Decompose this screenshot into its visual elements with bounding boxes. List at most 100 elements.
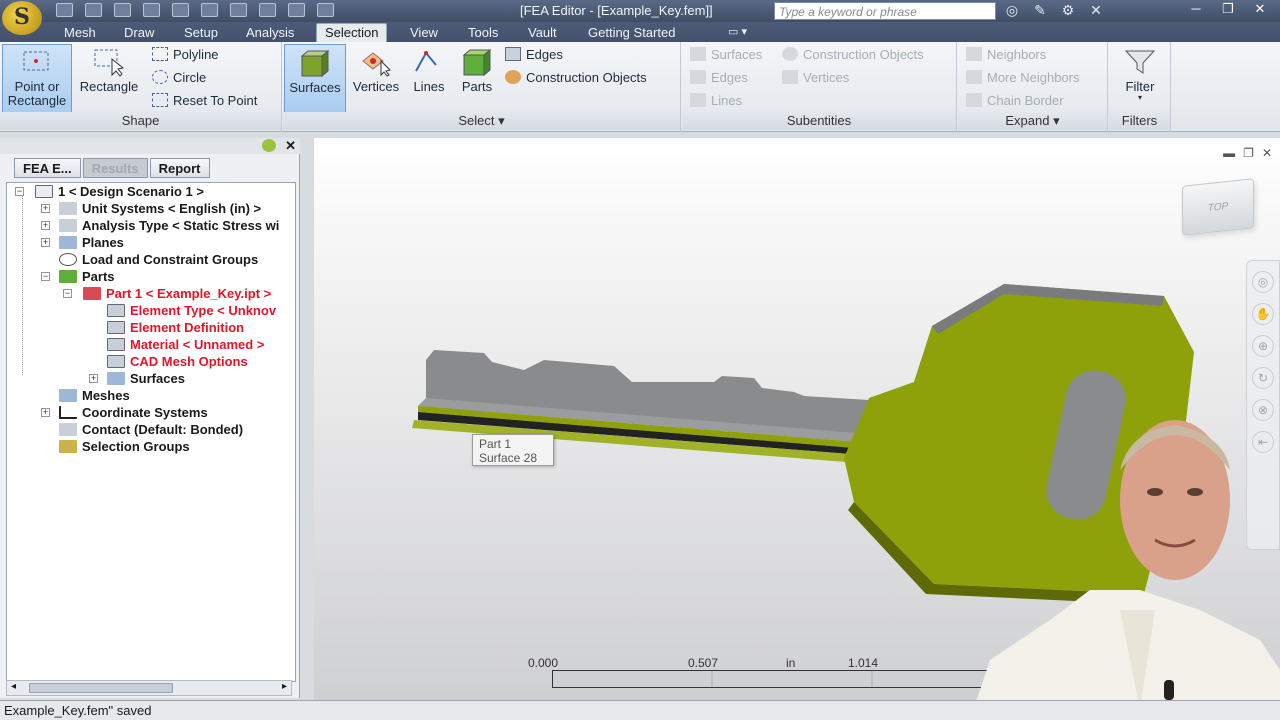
close-panel-icon[interactable]: ✕ <box>285 138 296 154</box>
axes-icon <box>59 406 77 419</box>
tab-tools[interactable]: Tools <box>460 24 506 41</box>
tree-item-unit-systems[interactable]: Unit Systems < English (in) > <box>59 200 261 217</box>
tab-getting-started[interactable]: Getting Started <box>580 24 683 41</box>
zoom-icon[interactable]: ⊕ <box>1252 335 1274 357</box>
new-icon[interactable] <box>56 3 73 17</box>
sub-edges-icon <box>690 70 706 84</box>
app-logo[interactable]: S <box>2 1 42 35</box>
tree-item-load-groups[interactable]: Load and Constraint Groups <box>59 251 258 268</box>
tree-item-element-type[interactable]: Element Type < Unknov <box>107 302 276 319</box>
expand-icon[interactable]: + <box>89 374 98 383</box>
units-icon <box>59 202 77 215</box>
tree-item-meshes[interactable]: Meshes <box>59 387 130 404</box>
tree-item-cad-mesh[interactable]: CAD Mesh Options <box>107 353 248 370</box>
more-neighbors-button[interactable]: More Neighbors <box>966 68 1080 88</box>
tools-icon[interactable]: ⚙ <box>1058 2 1078 19</box>
binoculars-icon[interactable]: ◎ <box>1002 2 1022 19</box>
restore-icon[interactable]: ❐ <box>1214 0 1242 18</box>
search-input[interactable]: Type a keyword or phrase <box>774 2 996 20</box>
title-tools: ◎ ✎ ⚙ ✕ <box>1002 2 1106 19</box>
sub-edges-button[interactable]: Edges <box>690 68 748 88</box>
orbit-icon[interactable]: ↻ <box>1252 367 1274 389</box>
edges-button[interactable]: Edges <box>505 45 563 65</box>
tree-item-part1[interactable]: Part 1 < Example_Key.ipt > <box>83 285 271 302</box>
expand-icon[interactable]: + <box>41 221 50 230</box>
open-icon[interactable] <box>85 3 102 17</box>
expand-icon[interactable]: + <box>41 238 50 247</box>
pin-icon[interactable] <box>262 139 276 152</box>
tab-mesh[interactable]: Mesh <box>56 24 104 41</box>
lines-icon <box>415 51 437 72</box>
tree-item-analysis-type[interactable]: Analysis Type < Static Stress wi <box>59 217 279 234</box>
sub-surfaces-button[interactable]: Surfaces <box>690 45 762 65</box>
presenter-eye-right <box>1187 488 1203 496</box>
tab-view[interactable]: View <box>402 24 446 41</box>
reset-to-point-button[interactable]: Reset To Point <box>152 91 257 111</box>
vertices-button[interactable]: Vertices <box>347 44 405 114</box>
display-icon[interactable] <box>288 3 305 17</box>
polyline-icon <box>152 47 168 61</box>
sub-lines-button[interactable]: Lines <box>690 91 742 111</box>
sub-vertices-button[interactable]: Vertices <box>782 68 849 88</box>
polyline-button[interactable]: Polyline <box>152 45 219 65</box>
tree-item-surfaces[interactable]: Surfaces <box>107 370 185 387</box>
tree-item-material[interactable]: Material < Unnamed > <box>107 336 264 353</box>
wrench-icon[interactable]: ✎ <box>1030 2 1050 19</box>
tree-item-parts[interactable]: Parts <box>59 268 115 285</box>
tab-fea-editor[interactable]: FEA E... <box>14 158 81 178</box>
scrollbar-thumb[interactable] <box>29 683 173 693</box>
surfaces-button[interactable]: Surfaces <box>284 44 346 114</box>
panel-toggle-icon[interactable]: ▭ ▾ <box>720 24 755 39</box>
scroll-right-icon[interactable]: ▸ <box>282 681 287 692</box>
tree-item-coordinate-systems[interactable]: Coordinate Systems <box>59 404 208 421</box>
filter-button[interactable]: Filter ▾ <box>1111 44 1169 114</box>
tree-item-element-definition[interactable]: Element Definition <box>107 319 244 336</box>
rectangle-button[interactable]: Rectangle <box>74 44 144 114</box>
tree-item-contact[interactable]: Contact (Default: Bonded) <box>59 421 243 438</box>
tab-vault[interactable]: Vault <box>520 24 565 41</box>
point-or-rectangle-button[interactable]: Point or Rectangle <box>2 44 72 114</box>
undo-icon[interactable] <box>143 3 160 17</box>
tab-draw[interactable]: Draw <box>116 24 162 41</box>
lines-button[interactable]: Lines <box>405 44 453 114</box>
collapse-icon[interactable]: − <box>63 289 72 298</box>
tree-item-design-scenario[interactable]: 1 < Design Scenario 1 > <box>35 183 204 200</box>
edit-icon[interactable] <box>201 3 218 17</box>
select-icon[interactable] <box>259 3 276 17</box>
close-x-icon[interactable]: ✕ <box>1086 2 1106 19</box>
save-icon[interactable] <box>114 3 131 17</box>
appearance-icon[interactable] <box>317 3 334 17</box>
tab-selection[interactable]: Selection <box>316 23 388 42</box>
window-title: [FEA Editor - [Example_Key.fem]] <box>520 3 713 18</box>
expand-icon[interactable]: + <box>41 408 50 417</box>
sub-construction-icon <box>782 47 798 61</box>
horizontal-scrollbar[interactable]: ◂ ▸ <box>6 680 292 696</box>
part-icon <box>83 287 101 300</box>
close-icon[interactable]: ✕ <box>1246 0 1274 18</box>
expand-panel-label[interactable]: Expand ▾ <box>958 112 1107 130</box>
minimize-icon[interactable]: ─ <box>1182 0 1210 18</box>
file-icon[interactable] <box>230 3 247 17</box>
construction-objects-button[interactable]: Construction Objects <box>505 68 647 88</box>
redo-icon[interactable] <box>172 3 189 17</box>
tab-analysis[interactable]: Analysis <box>238 24 302 41</box>
presenter-eye-left <box>1147 488 1163 496</box>
neighbors-button[interactable]: Neighbors <box>966 45 1046 65</box>
circle-button[interactable]: Circle <box>152 68 206 88</box>
shape-panel: Point or Rectangle Rectangle Polyline Ci… <box>0 42 282 132</box>
tab-setup[interactable]: Setup <box>176 24 226 41</box>
expand-icon[interactable]: + <box>41 204 50 213</box>
sub-construction-objects-button[interactable]: Construction Objects <box>782 45 924 65</box>
scroll-left-icon[interactable]: ◂ <box>11 681 16 692</box>
steering-wheel-icon[interactable]: ◎ <box>1252 271 1274 293</box>
tab-results[interactable]: Results <box>82 158 148 178</box>
pan-icon[interactable]: ✋ <box>1252 303 1274 325</box>
collapse-icon[interactable]: − <box>41 272 50 281</box>
select-panel-label[interactable]: Select ▾ <box>283 112 680 130</box>
tab-report[interactable]: Report <box>149 158 210 178</box>
load-groups-icon <box>59 253 77 266</box>
tree-item-planes[interactable]: Planes <box>59 234 124 251</box>
tree-item-selection-groups[interactable]: Selection Groups <box>59 438 190 455</box>
chain-border-button[interactable]: Chain Border <box>966 91 1064 111</box>
parts-button[interactable]: Parts <box>453 44 501 114</box>
